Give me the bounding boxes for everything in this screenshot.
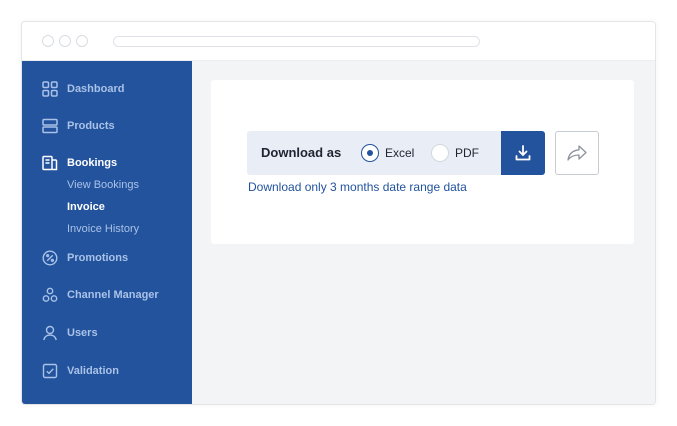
sidebar-item-label: Dashboard <box>67 83 125 95</box>
sidebar-item-users[interactable]: Users <box>42 323 98 343</box>
window-control-minimize[interactable] <box>59 35 71 47</box>
sidebar-item-label: Users <box>67 327 98 339</box>
sidebar-subitem-invoice-history[interactable]: Invoice History <box>67 223 139 235</box>
share-button[interactable] <box>555 131 599 175</box>
share-icon <box>567 145 587 161</box>
percent-icon <box>42 250 58 266</box>
sidebar: Dashboard Products Bookings View Booking… <box>22 61 192 404</box>
sidebar-item-label: Validation <box>67 365 119 377</box>
download-title: Download as <box>261 145 342 160</box>
sidebar-item-promotions[interactable]: Promotions <box>42 248 128 268</box>
sidebar-item-label: Channel Manager <box>67 289 159 301</box>
sidebar-item-label: Products <box>67 120 115 132</box>
download-icon <box>515 145 531 161</box>
window-titlebar <box>22 22 655 61</box>
user-icon <box>42 325 58 341</box>
radio-excel-label[interactable]: Excel <box>385 146 414 160</box>
sidebar-item-label: Promotions <box>67 252 129 264</box>
download-hint: Download only 3 months date range data <box>248 180 467 194</box>
sidebar-item-channel-manager[interactable]: Channel Manager <box>42 285 159 305</box>
sidebar-item-bookings[interactable]: Bookings <box>42 153 117 173</box>
radio-pdf[interactable] <box>431 144 449 162</box>
address-bar[interactable] <box>113 36 480 47</box>
window-control-close[interactable] <box>42 35 54 47</box>
radio-excel[interactable] <box>361 144 379 162</box>
download-button[interactable] <box>501 131 545 175</box>
sidebar-item-label: Bookings <box>67 157 118 169</box>
radio-pdf-label[interactable]: PDF <box>455 146 479 160</box>
sidebar-item-validation[interactable]: Validation <box>42 361 119 381</box>
download-options-bar: Download as Excel PDF <box>247 131 501 175</box>
download-card: Download as Excel PDF Download only 3 mo… <box>211 80 634 244</box>
sidebar-subitem-view-bookings[interactable]: View Bookings <box>67 179 139 191</box>
checkbox-icon <box>42 363 58 379</box>
main-content: Download as Excel PDF Download only 3 mo… <box>192 61 655 404</box>
channel-icon <box>42 287 58 303</box>
app-window: Dashboard Products Bookings View Booking… <box>21 21 656 405</box>
bookings-icon <box>42 155 58 171</box>
products-icon <box>42 118 58 134</box>
window-control-maximize[interactable] <box>76 35 88 47</box>
sidebar-item-dashboard[interactable]: Dashboard <box>42 79 124 99</box>
sidebar-subitem-invoice[interactable]: Invoice <box>67 201 105 213</box>
sidebar-item-products[interactable]: Products <box>42 116 115 136</box>
grid-icon <box>42 81 58 97</box>
